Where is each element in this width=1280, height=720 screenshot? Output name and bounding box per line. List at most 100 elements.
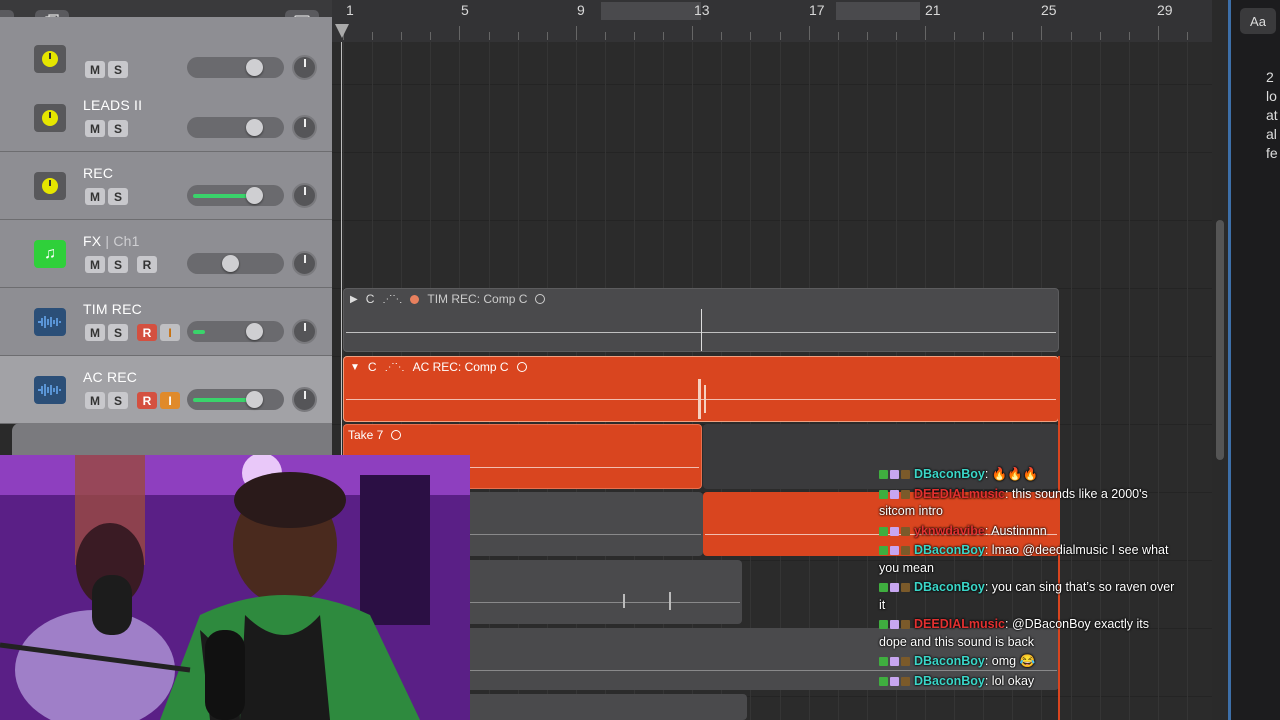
ruler-tick	[605, 32, 606, 40]
solo-button[interactable]: S	[108, 188, 128, 205]
badge-icon	[890, 546, 899, 556]
loop-circle-icon[interactable]	[516, 362, 527, 372]
flex-icon: ⋰⋱	[384, 361, 405, 373]
chat-message: DBaconBoy: lmao @deedialmusic I see what…	[879, 542, 1179, 577]
track-row-rec[interactable]: REC M S	[0, 152, 332, 220]
chat-separator: :	[1005, 486, 1012, 501]
badge-icon	[879, 620, 888, 630]
play-disclosure-icon[interactable]: ▶	[350, 294, 358, 305]
collapse-disclosure-icon[interactable]: ▼	[350, 362, 360, 373]
loop-circle-icon[interactable]	[391, 430, 402, 440]
ruler-tick	[983, 32, 984, 40]
mute-button[interactable]: M	[85, 188, 105, 205]
record-arm-button[interactable]: R	[137, 392, 157, 409]
webcam-overlay	[0, 455, 470, 720]
solo-button[interactable]: S	[108, 120, 128, 137]
metronome-icon	[34, 45, 66, 73]
ruler-tick	[1187, 32, 1188, 40]
waveform-icon	[34, 308, 66, 336]
stream-chat: DBaconBoy: 🔥🔥🔥 DEEDIALmusic: this sounds …	[879, 466, 1179, 692]
track-row-leads-ii[interactable]: LEADS II M S	[0, 84, 332, 152]
track-row-fx[interactable]: ♫ FX | Ch1 M S R	[0, 220, 332, 288]
loop-circle-icon[interactable]	[535, 294, 546, 304]
mute-button[interactable]: M	[85, 256, 105, 273]
solo-button[interactable]: S	[108, 324, 128, 341]
chat-username[interactable]: DBaconBoy	[914, 467, 985, 481]
solo-button[interactable]: S	[108, 256, 128, 273]
region-ac-rec-comp[interactable]: ▼ C ⋰⋱ AC REC: Comp C	[343, 356, 1059, 422]
chat-username[interactable]: DEEDIALmusic	[914, 617, 1005, 631]
ruler-tick	[838, 32, 839, 40]
track-row-ac-rec[interactable]: AC REC M S R I	[0, 356, 332, 424]
ruler-tick	[1012, 32, 1013, 40]
input-monitor-button[interactable]: I	[160, 392, 180, 409]
region-title: AC REC: Comp C	[412, 360, 509, 374]
level-meter	[193, 330, 205, 334]
solo-button[interactable]: S	[108, 392, 128, 409]
mute-button[interactable]: M	[85, 392, 105, 409]
font-size-button[interactable]: Aa	[1240, 8, 1276, 34]
metronome-icon	[34, 172, 66, 200]
fader-knob[interactable]	[246, 59, 263, 76]
fader-knob[interactable]	[246, 119, 263, 136]
chat-username[interactable]: DEEDIALmusic	[914, 487, 1005, 501]
fader-knob[interactable]	[246, 323, 263, 340]
badge-icon	[890, 526, 899, 536]
chat-message: DBaconBoy: you can sing that’s so raven …	[879, 579, 1179, 614]
pan-knob[interactable]	[292, 387, 317, 412]
pan-knob[interactable]	[292, 115, 317, 140]
ruler-tick	[1041, 26, 1042, 40]
bar-number: 21	[925, 2, 941, 18]
vertical-scrollbar[interactable]	[1216, 220, 1224, 460]
cycle-region[interactable]	[836, 2, 920, 20]
waveform	[346, 399, 1056, 400]
chat-badges	[879, 616, 912, 634]
chat-message: DEEDIALmusic: this sounds like a 2000's …	[879, 486, 1179, 521]
fader-knob[interactable]	[246, 187, 263, 204]
region-tim-rec-comp[interactable]: ▶ C ⋰⋱ TIM REC: Comp C	[343, 288, 1059, 352]
badge-icon	[901, 546, 910, 556]
chat-message: DBaconBoy: omg 😂	[879, 653, 1179, 671]
region-title: Take 7	[348, 428, 384, 442]
mute-button[interactable]: M	[85, 324, 105, 341]
chat-username[interactable]: DBaconBoy	[914, 580, 985, 594]
ruler-tick	[750, 32, 751, 40]
pan-knob[interactable]	[292, 319, 317, 344]
chat-username[interactable]: DBaconBoy	[914, 674, 985, 688]
webcam-video-image	[0, 455, 470, 720]
mute-button[interactable]: M	[85, 120, 105, 137]
cycle-region[interactable]	[601, 2, 701, 20]
pan-knob[interactable]	[292, 183, 317, 208]
volume-fader[interactable]	[187, 57, 284, 78]
record-arm-button[interactable]: R	[137, 324, 157, 341]
waveform-transient	[704, 385, 706, 413]
playhead-handle[interactable]	[335, 24, 349, 38]
side-panel-text: 2 lo at al fe	[1266, 69, 1278, 161]
pan-knob[interactable]	[292, 251, 317, 276]
volume-fader[interactable]	[187, 117, 284, 138]
track-row-tim-rec[interactable]: TIM REC M S R I	[0, 288, 332, 356]
volume-fader[interactable]	[187, 389, 284, 410]
chat-badges	[879, 673, 912, 691]
solo-button[interactable]: S	[108, 61, 128, 78]
fader-knob[interactable]	[222, 255, 239, 272]
chat-username[interactable]: DBaconBoy	[914, 654, 985, 668]
mute-button[interactable]: M	[85, 61, 105, 78]
volume-fader[interactable]	[187, 185, 284, 206]
badge-icon	[879, 489, 888, 499]
pan-knob[interactable]	[292, 55, 317, 80]
volume-fader[interactable]	[187, 253, 284, 274]
chat-badges	[879, 466, 912, 484]
chat-message: yknwdavibe: Austinnnn	[879, 523, 1179, 541]
fader-knob[interactable]	[246, 391, 263, 408]
chat-username[interactable]: DBaconBoy	[914, 543, 985, 557]
waveform-icon	[34, 376, 66, 404]
record-arm-button[interactable]: R	[137, 256, 157, 273]
badge-icon	[879, 526, 888, 536]
track-row[interactable]: M S	[0, 17, 332, 85]
volume-fader[interactable]	[187, 321, 284, 342]
ruler-tick	[518, 32, 519, 40]
chat-username[interactable]: yknwdavibe	[914, 524, 985, 538]
input-monitor-button[interactable]: I	[160, 324, 180, 341]
chat-separator: :	[1005, 617, 1012, 632]
